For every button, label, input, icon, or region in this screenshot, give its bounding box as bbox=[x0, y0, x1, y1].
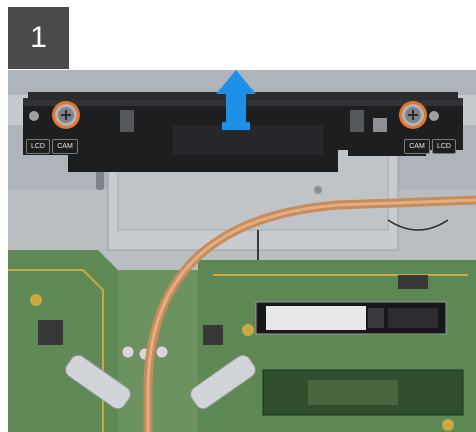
instruction-step-panel: 1 LCD CAM CAM LCD bbox=[0, 0, 476, 432]
step-number-badge: 1 bbox=[8, 7, 69, 69]
label-lcd-right: LCD bbox=[432, 139, 456, 154]
label-cam-left: CAM bbox=[52, 139, 78, 154]
screw-right bbox=[399, 101, 427, 129]
screw-left bbox=[52, 101, 80, 129]
label-lcd-left: LCD bbox=[26, 139, 50, 154]
hardware-illustration bbox=[8, 70, 476, 432]
label-cam-right: CAM bbox=[404, 139, 430, 154]
step-number: 1 bbox=[30, 21, 47, 54]
